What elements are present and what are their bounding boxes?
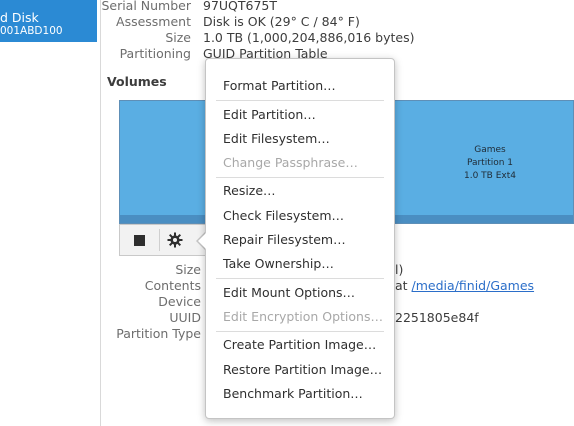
- disk-size-row: Size 1.0 TB (1,000,204,886,016 bytes): [101, 30, 574, 46]
- menu-item-create-partition-image[interactable]: Create Partition Image…: [206, 333, 394, 357]
- menu-item-resize[interactable]: Resize…: [206, 179, 394, 203]
- menu-item-check-filesystem[interactable]: Check Filesystem…: [206, 204, 394, 228]
- partition-name: Games: [474, 145, 506, 155]
- menu-item-edit-filesystem[interactable]: Edit Filesystem…: [206, 127, 394, 151]
- menu-separator: [216, 278, 384, 279]
- menu-separator: [216, 177, 384, 178]
- contents-label: Contents: [144, 278, 201, 293]
- sidebar-disk-item[interactable]: d Disk 001ABD100: [0, 0, 97, 42]
- contents-value: at /media/finid/Games: [395, 278, 534, 294]
- unmount-button[interactable]: [121, 225, 157, 255]
- menu-item-edit-partition[interactable]: Edit Partition…: [206, 103, 394, 127]
- stop-square-icon: [133, 234, 145, 246]
- partition-size-type: 1.0 TB Ext4: [464, 171, 516, 181]
- assessment-row: Assessment Disk is OK (29° C / 84° F): [101, 14, 574, 30]
- menu-item-edit-encryption-options: Edit Encryption Options…: [223, 309, 383, 324]
- menu-item-format-partition[interactable]: Format Partition…: [206, 74, 394, 98]
- partition-settings-button[interactable]: [160, 225, 190, 255]
- assessment-label: Assessment: [116, 14, 191, 29]
- mount-point-link[interactable]: /media/finid/Games: [412, 278, 535, 293]
- serial-row: Serial Number 97UQT675T: [101, 0, 574, 14]
- sidebar: d Disk 001ABD100: [0, 0, 101, 426]
- menu-separator: [216, 331, 384, 332]
- menu-item-take-ownership[interactable]: Take Ownership…: [206, 252, 394, 276]
- uuid-value: 2251805e84f: [395, 310, 479, 325]
- disk-name: d Disk: [0, 10, 39, 25]
- vol-size-label: Size: [175, 262, 201, 277]
- uuid-label: UUID: [169, 310, 201, 325]
- menu-item-restore-partition-image[interactable]: Restore Partition Image…: [206, 358, 394, 382]
- volumes-title: Volumes: [107, 74, 167, 89]
- contents-prefix: at: [395, 278, 408, 293]
- serial-value: 97UQT675T: [203, 0, 278, 13]
- menu-pointer-inner: [198, 232, 207, 250]
- gear-icon: [167, 232, 183, 248]
- assessment-value: Disk is OK (29° C / 84° F): [203, 14, 360, 29]
- partition-number: Partition 1: [466, 158, 514, 168]
- partitioning-label: Partitioning: [119, 46, 191, 61]
- menu-separator: [216, 100, 384, 101]
- menu-item-change-passphrase: Change Passphrase…: [223, 155, 358, 170]
- partition-type-label: Partition Type: [116, 326, 201, 341]
- menu-item-repair-filesystem[interactable]: Repair Filesystem…: [206, 228, 394, 252]
- disks-window: d Disk 001ABD100 Serial Number 97UQT675T…: [0, 0, 574, 426]
- vol-size-value: l): [395, 262, 404, 277]
- device-label: Device: [158, 294, 201, 309]
- serial-label: Serial Number: [101, 0, 191, 13]
- disk-size-value: 1.0 TB (1,000,204,886,016 bytes): [203, 30, 415, 45]
- menu-item-edit-mount-options[interactable]: Edit Mount Options…: [206, 281, 394, 305]
- disk-size-label: Size: [165, 30, 191, 45]
- menu-item-benchmark-partition[interactable]: Benchmark Partition…: [206, 382, 394, 406]
- partition-context-menu: Format Partition… Edit Partition… Edit F…: [205, 58, 395, 419]
- disk-id: 001ABD100: [0, 25, 63, 37]
